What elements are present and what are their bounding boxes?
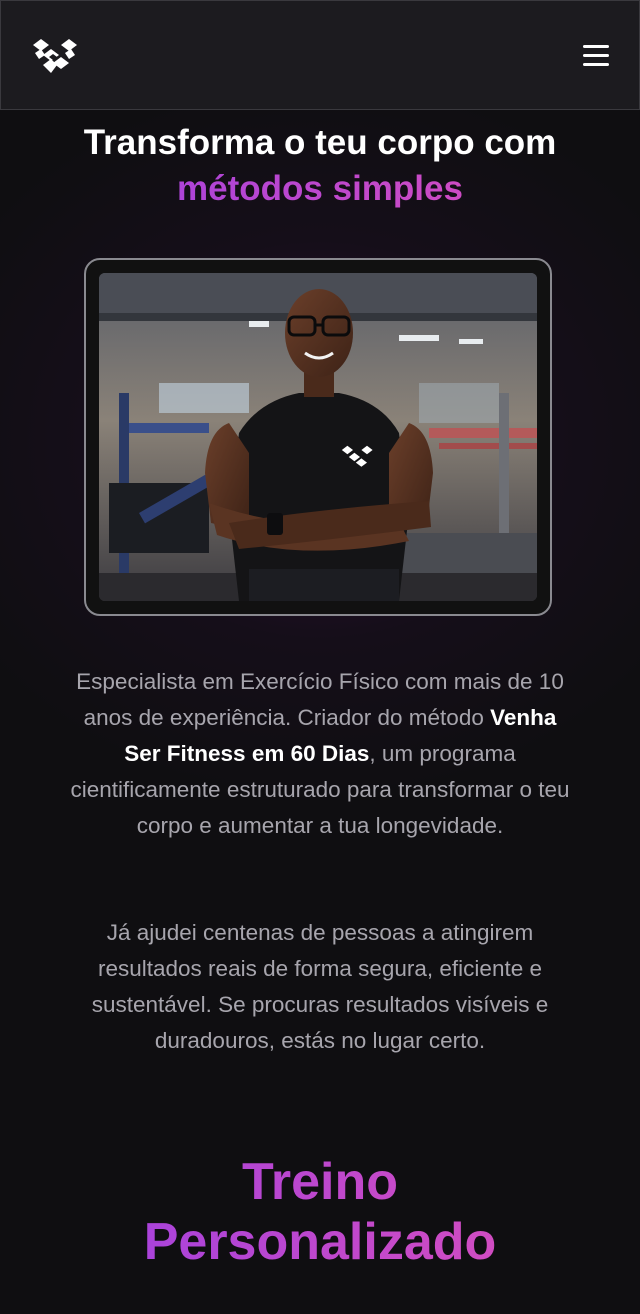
page: Transforma o teu corpo com métodos simpl…	[0, 0, 640, 1314]
section-title: Treino Personalizado	[0, 1152, 640, 1272]
brand-logo-icon[interactable]	[29, 35, 81, 79]
bio-paragraph-1: Especialista em Exercício Físico com mai…	[70, 664, 570, 844]
hero-title-highlight: métodos simples	[0, 166, 640, 212]
site-header	[0, 0, 640, 110]
section-title-line1: Treino	[0, 1152, 640, 1212]
hero-title-line1: Transforma o teu corpo com	[83, 123, 557, 162]
hero-title: Transforma o teu corpo com métodos simpl…	[0, 120, 640, 212]
menu-button[interactable]	[583, 45, 609, 67]
bio-paragraph-2: Já ajudei centenas de pessoas a atingire…	[91, 920, 549, 1053]
section-title-line2: Personalizado	[0, 1212, 640, 1272]
hamburger-menu-icon	[583, 45, 609, 48]
trainer-photo-illustration	[99, 273, 537, 601]
trainer-gym-photo	[99, 273, 537, 601]
tablet-frame	[84, 258, 552, 616]
